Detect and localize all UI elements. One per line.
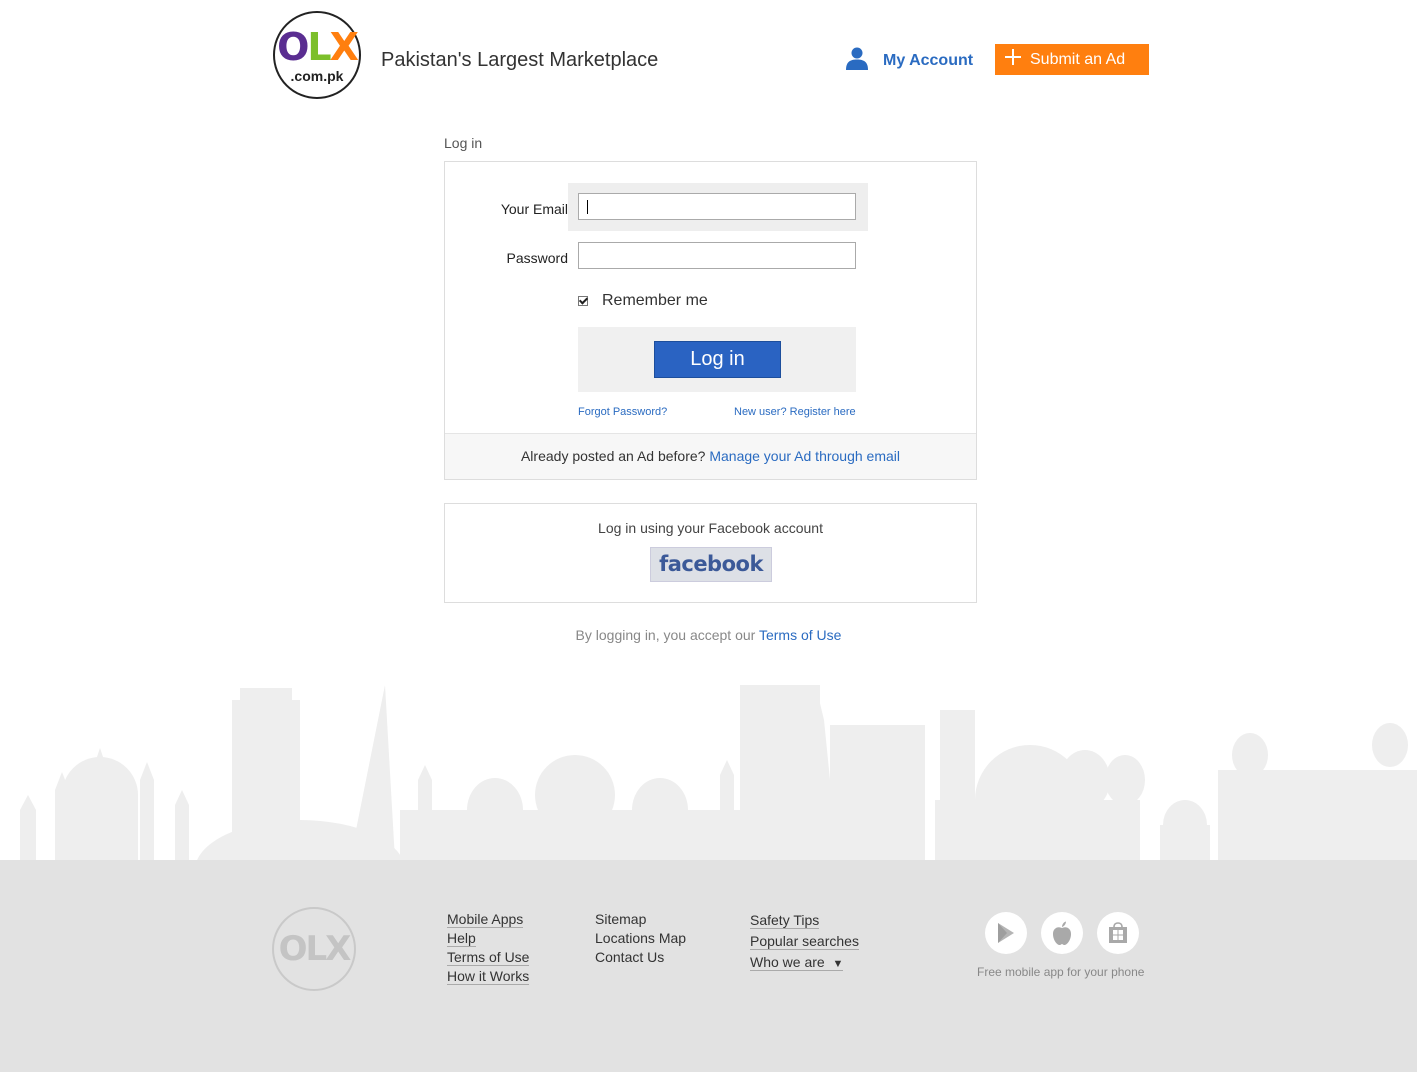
- footer-links-column-3: Safety Tips Popular searches Who we are …: [750, 910, 859, 975]
- site-tagline: Pakistan's Largest Marketplace: [381, 49, 659, 71]
- olx-logo[interactable]: OLX .com.pk: [273, 11, 361, 99]
- manage-ad-link[interactable]: Manage your Ad through email: [709, 448, 900, 464]
- google-play-icon[interactable]: [985, 912, 1027, 954]
- forgot-password-link[interactable]: Forgot Password?: [578, 406, 667, 418]
- login-button-area: Log in: [578, 327, 856, 392]
- terms-notice: By logging in, you accept our Terms of U…: [0, 627, 1417, 643]
- footer-link-sitemap[interactable]: Sitemap: [595, 910, 686, 929]
- plus-icon: [1005, 49, 1021, 70]
- posted-ad-text: Already posted an Ad before?: [520, 448, 706, 464]
- windows-store-icon[interactable]: [1097, 912, 1139, 954]
- remember-me-option[interactable]: Remember me: [578, 292, 708, 310]
- footer-link-terms[interactable]: Terms of Use: [447, 948, 530, 967]
- footer-links-column-2: Sitemap Locations Map Contact Us: [595, 910, 686, 967]
- terms-of-use-link[interactable]: Terms of Use: [759, 627, 841, 643]
- my-account-label: My Account: [883, 51, 974, 69]
- site-footer: OLX Mobile Apps Help Terms of Use How it…: [0, 860, 1417, 1072]
- remember-me-label: Remember me: [602, 292, 708, 309]
- email-label: Your Email: [500, 201, 568, 217]
- logo-olx-text: OLX: [277, 25, 359, 69]
- my-account-link[interactable]: My Account: [845, 46, 973, 75]
- password-field[interactable]: [578, 242, 856, 269]
- logo-domain: .com.pk: [290, 68, 344, 84]
- app-caption: Free mobile app for your phone: [977, 965, 1145, 979]
- password-label: Password: [506, 250, 568, 266]
- facebook-login-button[interactable]: facebook: [650, 547, 772, 582]
- terms-text: By logging in, you accept our: [575, 627, 756, 643]
- email-field[interactable]: [578, 193, 856, 220]
- login-form: Your Email Password Remember me Log in F…: [444, 161, 977, 480]
- user-icon: [845, 46, 869, 75]
- footer-link-help[interactable]: Help: [447, 929, 529, 948]
- footer-link-who-we-are[interactable]: Who we are ▼: [750, 952, 859, 975]
- footer-link-how-it-works[interactable]: How it Works: [447, 967, 530, 986]
- footer-link-popular-searches[interactable]: Popular searches: [750, 931, 859, 952]
- submit-ad-button[interactable]: Submit an Ad: [995, 44, 1149, 75]
- facebook-prompt: Log in using your Facebook account: [598, 520, 823, 536]
- caret-down-icon: ▼: [832, 958, 844, 971]
- register-link[interactable]: New user? Register here: [734, 406, 856, 418]
- footer-link-locations-map[interactable]: Locations Map: [595, 929, 686, 948]
- login-button[interactable]: Log in: [654, 341, 781, 378]
- footer-link-contact-us[interactable]: Contact Us: [595, 948, 686, 967]
- apple-icon[interactable]: [1041, 912, 1083, 954]
- login-section-title: Log in: [444, 135, 483, 151]
- submit-ad-label: Submit an Ad: [1030, 50, 1126, 68]
- city-skyline-illustration: [0, 685, 1417, 880]
- text-caret: [587, 200, 588, 214]
- footer-link-mobile-apps[interactable]: Mobile Apps: [447, 910, 529, 929]
- manage-ad-bar: Already posted an Ad before? Manage your…: [445, 433, 976, 479]
- footer-links-column-1: Mobile Apps Help Terms of Use How it Wor…: [447, 910, 530, 986]
- footer-link-safety-tips[interactable]: Safety Tips: [750, 910, 859, 931]
- remember-me-checkbox[interactable]: [578, 296, 588, 306]
- footer-olx-logo[interactable]: OLX: [272, 907, 356, 991]
- app-store-icons: [985, 912, 1139, 954]
- facebook-login-box: Log in using your Facebook account faceb…: [444, 503, 977, 603]
